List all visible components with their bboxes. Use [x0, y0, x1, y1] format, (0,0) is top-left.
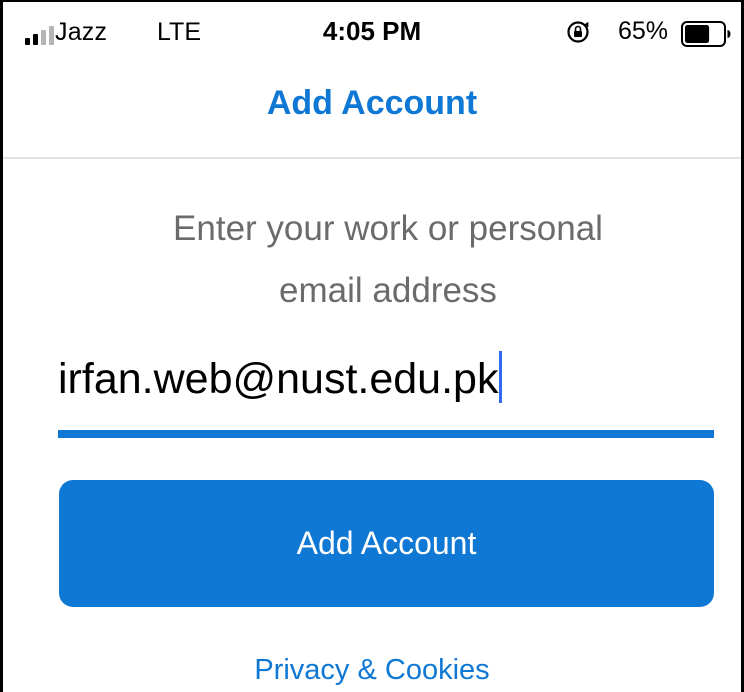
header-divider	[3, 157, 741, 159]
phone-screen: Jazz LTE 4:05 PM 65% Add Account Enter y…	[0, 0, 744, 692]
email-prompt: Enter your work or personal email addres…	[63, 198, 713, 322]
status-bar: Jazz LTE 4:05 PM 65%	[3, 2, 741, 68]
rotation-lock-icon	[567, 21, 589, 43]
email-field-underline	[58, 430, 714, 438]
add-account-button[interactable]: Add Account	[59, 480, 714, 607]
battery-percentage: 65%	[618, 17, 669, 45]
email-field[interactable]: irfan.web@nust.edu.pk	[58, 349, 714, 409]
prompt-line-2: email address	[279, 271, 497, 310]
text-cursor	[499, 351, 503, 403]
battery-icon	[681, 21, 731, 47]
email-input[interactable]: irfan.web@nust.edu.pk	[58, 349, 503, 409]
page-title: Add Account	[266, 84, 478, 122]
prompt-line-1: Enter your work or personal	[173, 209, 603, 248]
email-value: irfan.web@nust.edu.pk	[58, 355, 499, 403]
privacy-cookies-link[interactable]: Privacy & Cookies	[3, 654, 741, 687]
